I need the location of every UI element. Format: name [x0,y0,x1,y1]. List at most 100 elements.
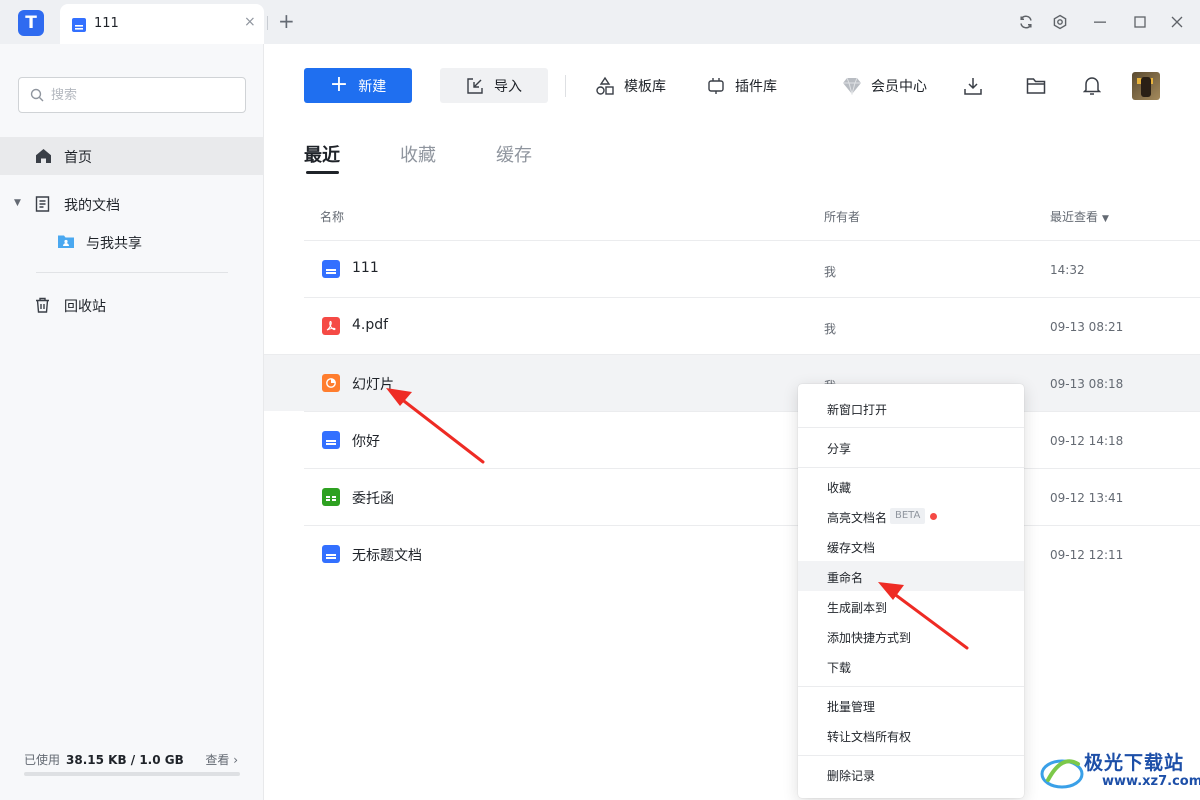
menu-item-batch-manage[interactable]: 批量管理 [798,690,1024,720]
menu-divider [798,755,1024,756]
storage-bar [24,772,240,776]
column-header-recent[interactable]: 最近查看 ▼ [1050,208,1109,225]
file-time: 09-12 12:11 [1050,548,1124,562]
table-row[interactable]: 111 我 14:32 [304,240,1200,297]
file-name: 幻灯片 [352,377,394,393]
storage-view-link[interactable]: 查看 › [205,751,238,768]
menu-item-share[interactable]: 分享 [798,432,1024,462]
new-button[interactable]: + 新建 [304,68,412,103]
doc-file-icon [322,260,340,278]
column-header-owner: 所有者 [824,210,861,224]
home-icon [35,148,52,168]
sync-icon[interactable] [1015,11,1037,33]
search-icon [30,88,44,102]
download-icon[interactable] [962,75,984,97]
plugin-library-label: 插件库 [735,79,777,95]
menu-item-cache-doc[interactable]: 缓存文档 [798,531,1024,561]
plugin-library-button[interactable]: 插件库 [706,74,777,98]
search-box[interactable] [18,77,246,113]
sidebar-item-label: 我的文档 [64,198,120,214]
template-library-label: 模板库 [624,79,666,95]
menu-item-transfer-ownership[interactable]: 转让文档所有权 [798,720,1024,750]
import-button-label: 导入 [494,78,522,95]
plugin-icon [708,78,724,94]
tab-close-icon[interactable]: × [244,14,256,30]
file-name: 你好 [352,434,380,450]
sidebar-item-my-docs[interactable]: ▼ 我的文档 [0,185,264,223]
document-icon [35,196,50,216]
table-row[interactable]: 委托函 09-12 13:41 [304,468,1200,525]
pdf-file-icon [322,317,340,335]
sidebar-item-trash[interactable]: 回收站 [0,286,264,324]
title-bar: T 111 × + [0,0,1200,44]
file-time: 09-13 08:21 [1050,320,1124,334]
menu-item-delete-record[interactable]: 删除记录 [798,759,1024,789]
plus-icon: + [329,71,349,97]
column-header-recent-label: 最近查看 [1050,210,1099,224]
watermark-url: www.xz7.com [1102,774,1200,789]
sidebar-item-shared[interactable]: 与我共享 [0,223,264,261]
file-name: 无标题文档 [352,548,422,564]
tab-recent[interactable]: 最近 [304,141,340,167]
app-logo[interactable]: T [18,10,44,36]
tab-label: 111 [94,16,119,31]
watermark-logo [1040,759,1084,789]
file-owner: 我 [824,322,837,336]
diamond-icon [843,77,861,95]
file-name: 4.pdf [352,317,389,333]
menu-item-highlight-name[interactable]: 高亮文档名 BETA [798,501,1024,531]
sort-down-icon[interactable]: ▼ [1102,214,1109,224]
avatar[interactable] [1132,72,1160,100]
storage-value: 38.15 KB / 1.0 GB [66,753,184,767]
import-icon [467,77,483,94]
sidebar: 首页 ▼ 我的文档 与我共享 回收站 已使用 38.15 KB / 1.0 GB … [0,44,264,800]
context-menu: 新窗口打开 分享 收藏 高亮文档名 BETA 缓存文档 重命名 生成副本到 添加… [798,384,1024,798]
add-tab-button[interactable]: + [278,10,295,32]
file-time: 09-12 14:18 [1050,434,1124,448]
table-row[interactable]: 你好 09-12 14:18 [304,411,1200,468]
file-owner: 我 [824,265,837,279]
watermark: 极光下载站 www.xz7.com [1040,746,1200,800]
table-row[interactable]: 幻灯片 我 09-13 08:18 [264,354,1200,411]
storage-usage: 已使用 38.15 KB / 1.0 GB 查看 › [24,751,240,768]
maximize-icon[interactable] [1129,11,1151,33]
shared-folder-icon [57,233,75,253]
minimize-icon[interactable] [1089,11,1111,33]
doc-file-icon [322,545,340,563]
new-dot-badge [930,513,937,520]
menu-divider [798,686,1024,687]
tab-document-111[interactable]: 111 × [60,4,264,44]
trash-icon [35,297,50,317]
caret-down-icon[interactable]: ▼ [14,198,21,208]
file-time: 14:32 [1050,263,1085,277]
menu-item-add-shortcut[interactable]: 添加快捷方式到 [798,621,1024,651]
folder-icon[interactable] [1025,75,1047,97]
tab-favorites[interactable]: 收藏 [400,141,436,167]
tab-cache[interactable]: 缓存 [496,141,532,167]
member-center-label: 会员中心 [871,79,927,95]
menu-item-open-new-window[interactable]: 新窗口打开 [798,393,1024,423]
import-button[interactable]: 导入 [440,68,548,103]
bell-icon[interactable] [1081,75,1103,97]
doc-file-icon [322,431,340,449]
menu-item-make-copy[interactable]: 生成副本到 [798,591,1024,621]
file-time: 09-13 08:18 [1050,377,1124,391]
menu-item-favorite[interactable]: 收藏 [798,471,1024,501]
gear-icon[interactable] [1049,11,1071,33]
sidebar-item-label: 回收站 [64,299,106,315]
presentation-file-icon [322,374,340,392]
sidebar-item-home[interactable]: 首页 [0,137,264,175]
member-center-button[interactable]: 会员中心 [842,74,927,98]
close-icon[interactable] [1166,11,1188,33]
search-input[interactable] [51,84,231,106]
sidebar-item-label: 与我共享 [86,236,142,252]
menu-item-download[interactable]: 下载 [798,651,1024,681]
document-icon [72,18,86,36]
template-library-button[interactable]: 模板库 [595,74,666,98]
menu-divider [798,467,1024,468]
table-row[interactable]: 4.pdf 我 09-13 08:21 [304,297,1200,354]
table-row[interactable]: 无标题文档 09-12 12:11 [304,525,1200,582]
menu-item-rename[interactable]: 重命名 [798,561,1024,591]
toolbar-divider [565,75,566,97]
new-button-label: 新建 [358,78,387,95]
